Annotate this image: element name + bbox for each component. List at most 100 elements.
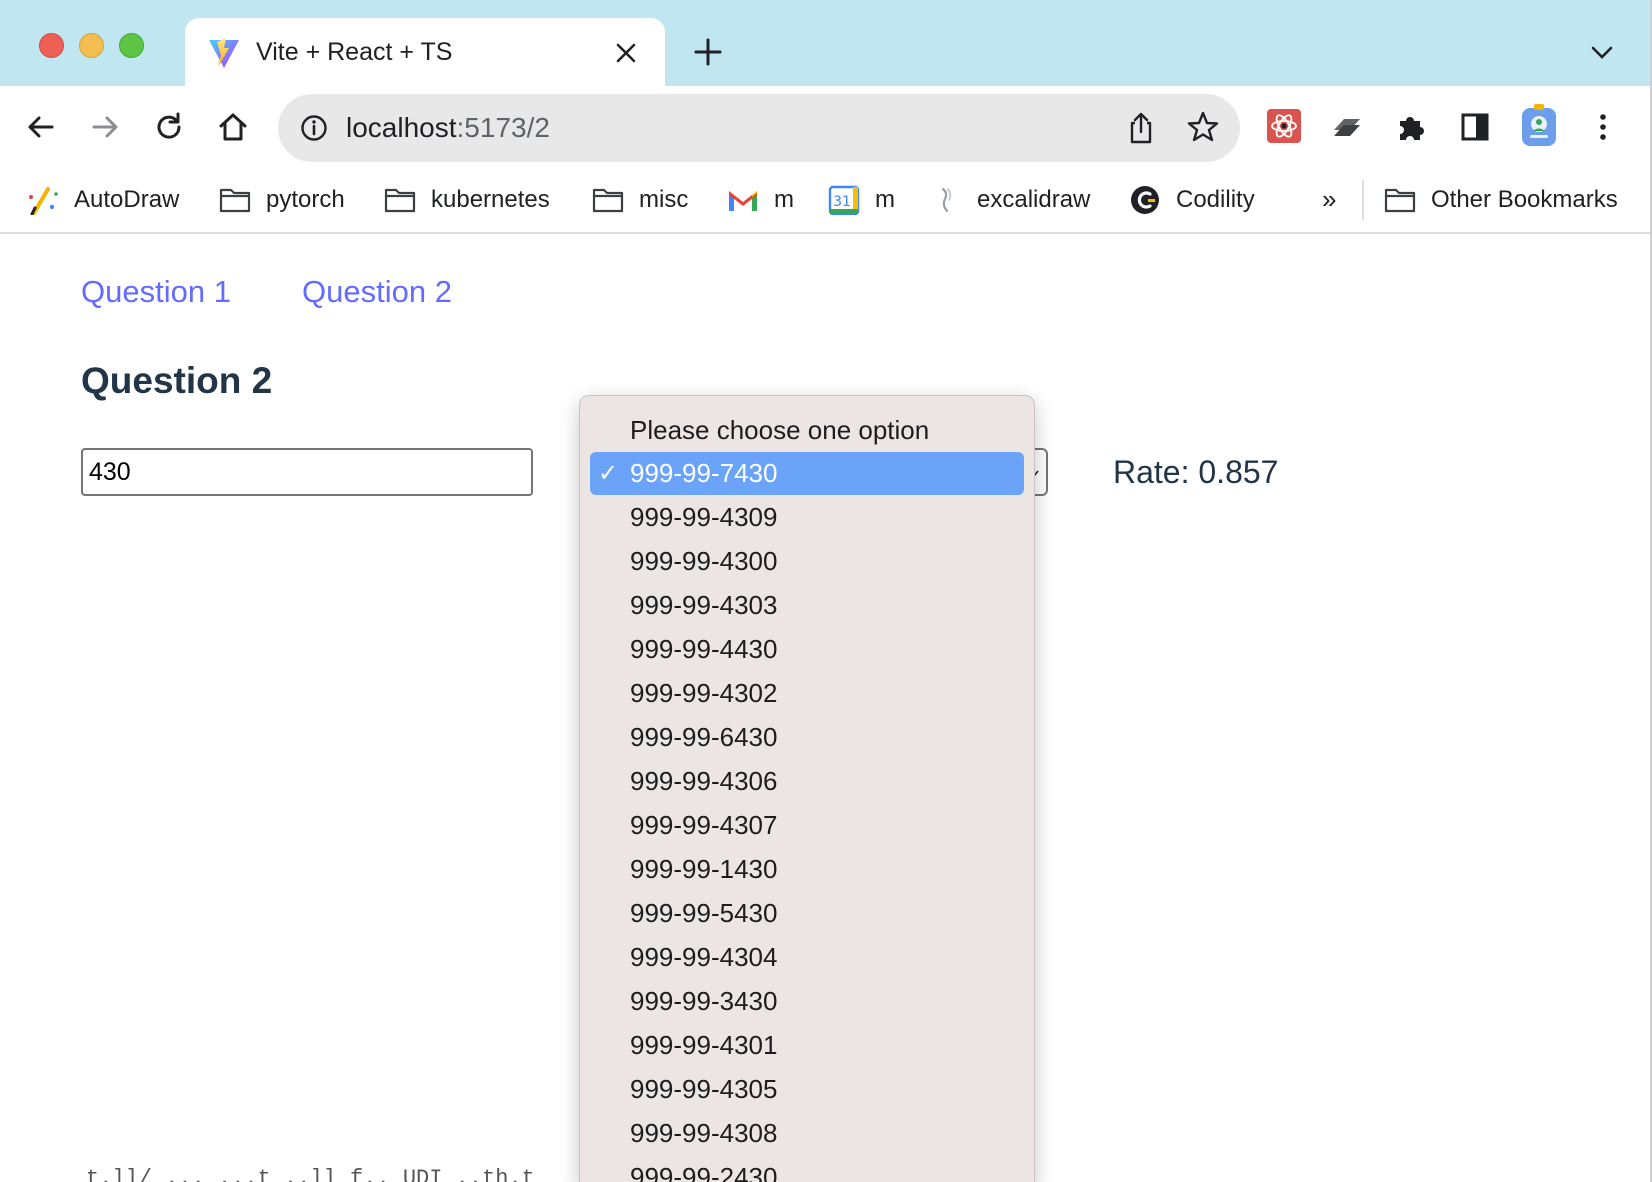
dropdown-option-label: 999-99-4305 xyxy=(630,1074,778,1104)
vite-logo-icon xyxy=(209,38,239,68)
extension-stack-icon[interactable] xyxy=(1330,110,1364,144)
search-input[interactable] xyxy=(81,448,533,496)
folder-icon xyxy=(592,188,624,213)
bookmark-folder-pytorch[interactable]: pytorch xyxy=(218,168,345,232)
folder-icon xyxy=(219,188,251,213)
minimize-window-button[interactable] xyxy=(79,33,104,58)
dropdown-option-label: 999-99-4303 xyxy=(630,590,778,620)
dropdown-option-label: 999-99-5430 xyxy=(630,898,778,928)
svg-text:31: 31 xyxy=(833,194,851,210)
bookmark-label: Codility xyxy=(1176,186,1255,213)
forward-arrow-icon[interactable] xyxy=(88,110,122,144)
profile-avatar-icon[interactable] xyxy=(1520,104,1558,148)
dropdown-option[interactable]: 999-99-3430 xyxy=(590,980,1024,1023)
bookmarks-divider xyxy=(1362,180,1364,220)
nav-link-question-1[interactable]: Question 1 xyxy=(81,274,231,310)
bookmark-folder-kubernetes[interactable]: kubernetes xyxy=(383,168,550,232)
new-tab-icon[interactable] xyxy=(692,36,724,68)
dropdown-option-label: 999-99-4306 xyxy=(630,766,778,796)
side-panel-icon[interactable] xyxy=(1458,110,1492,144)
bookmark-label: kubernetes xyxy=(431,186,550,213)
chevron-down-icon[interactable] xyxy=(1590,42,1614,62)
tab-strip: Vite + React + TS xyxy=(0,0,1650,86)
bookmark-gmail[interactable]: m xyxy=(726,168,794,232)
dropdown-option-selected[interactable]: ✓ 999-99-7430 xyxy=(590,452,1024,495)
dropdown-option[interactable]: 999-99-4302 xyxy=(590,672,1024,715)
dropdown-option-label: 999-99-7430 xyxy=(630,458,778,488)
bookmarks-bar: AutoDraw pytorch kubernetes misc m 31 m … xyxy=(0,168,1650,234)
back-arrow-icon[interactable] xyxy=(24,110,58,144)
dropdown-option-label: 999-99-1430 xyxy=(630,854,778,884)
dropdown-option-label: 999-99-4304 xyxy=(630,942,778,972)
dropdown-option-label: 999-99-4307 xyxy=(630,810,778,840)
autodraw-icon xyxy=(29,187,58,215)
dropdown-option-label: 999-99-4301 xyxy=(630,1030,778,1060)
bookmark-codility[interactable]: Codility xyxy=(1128,168,1255,232)
bookmark-calendar[interactable]: 31 m xyxy=(827,168,895,232)
dropdown-option[interactable]: 999-99-4300 xyxy=(590,540,1024,583)
select-dropdown-list[interactable]: Please choose one option ✓ 999-99-7430 999… xyxy=(579,395,1035,1182)
browser-window: Vite + React + TS localhost:5173/2 AutoD… xyxy=(0,0,1652,1182)
excalidraw-icon xyxy=(941,187,952,213)
bookmarks-overflow-button[interactable]: » xyxy=(1322,184,1336,215)
page-title: Question 2 xyxy=(81,360,273,401)
site-info-icon[interactable] xyxy=(300,114,328,142)
code-snippet-text: t.ll/ ... ...t ..ll f.. UDI ..th.t xyxy=(86,1166,535,1182)
dropdown-option-label: 999-99-3430 xyxy=(630,986,778,1016)
dropdown-option-label: 999-99-4308 xyxy=(630,1118,778,1148)
dropdown-option[interactable]: 999-99-4308 xyxy=(590,1112,1024,1155)
dropdown-option[interactable]: 999-99-4301 xyxy=(590,1024,1024,1067)
dropdown-option-label: 999-99-4300 xyxy=(630,546,778,576)
dropdown-option[interactable]: 999-99-4304 xyxy=(590,936,1024,979)
dropdown-option-label: 999-99-4309 xyxy=(630,502,778,532)
close-window-button[interactable] xyxy=(39,33,64,58)
react-devtools-icon[interactable] xyxy=(1266,108,1302,144)
address-bar[interactable]: localhost:5173/2 xyxy=(278,94,1240,162)
rate-label: Rate: xyxy=(1113,454,1190,490)
zoom-window-button[interactable] xyxy=(119,33,144,58)
tab-title: Vite + React + TS xyxy=(256,38,453,66)
dropdown-option[interactable]: 999-99-6430 xyxy=(590,716,1024,759)
dropdown-option[interactable]: 999-99-5430 xyxy=(590,892,1024,935)
share-icon[interactable] xyxy=(1124,110,1158,146)
folder-icon xyxy=(384,188,416,213)
bookmark-folder-other[interactable]: Other Bookmarks xyxy=(1383,168,1618,232)
dropdown-option-label: 999-99-2430 xyxy=(630,1162,778,1182)
rate-display: Rate: 0.857 xyxy=(1113,454,1278,491)
bookmark-label: m xyxy=(774,186,794,213)
dropdown-option-label: 999-99-6430 xyxy=(630,722,778,752)
bookmark-label: misc xyxy=(639,186,689,213)
dropdown-option[interactable]: 999-99-4309 xyxy=(590,496,1024,539)
url-text[interactable]: localhost:5173/2 xyxy=(346,110,550,146)
close-tab-icon[interactable] xyxy=(613,40,639,66)
checkmark-icon: ✓ xyxy=(598,460,619,487)
bookmark-autodraw[interactable]: AutoDraw xyxy=(26,168,179,232)
bookmark-label: Other Bookmarks xyxy=(1431,186,1618,213)
home-icon[interactable] xyxy=(216,110,250,144)
folder-icon xyxy=(1384,188,1416,213)
dropdown-option[interactable]: 999-99-4305 xyxy=(590,1068,1024,1111)
kebab-menu-icon[interactable] xyxy=(1586,110,1620,144)
bookmark-label: AutoDraw xyxy=(74,186,180,213)
dropdown-option-label: 999-99-4430 xyxy=(630,634,778,664)
bookmark-excalidraw[interactable]: excalidraw xyxy=(929,168,1090,232)
reload-icon[interactable] xyxy=(152,110,186,144)
rate-value: 0.857 xyxy=(1198,454,1279,490)
bookmark-star-icon[interactable] xyxy=(1186,110,1220,144)
codility-icon xyxy=(1131,186,1159,214)
dropdown-option[interactable]: 999-99-1430 xyxy=(590,848,1024,891)
calendar-icon: 31 xyxy=(828,185,860,215)
dropdown-placeholder-option[interactable]: Please choose one option xyxy=(590,409,1024,452)
dropdown-option[interactable]: 999-99-4303 xyxy=(590,584,1024,627)
dropdown-option[interactable]: 999-99-4306 xyxy=(590,760,1024,803)
browser-tab-active[interactable]: Vite + React + TS xyxy=(185,18,665,86)
dropdown-option-label: 999-99-4302 xyxy=(630,678,778,708)
url-path: :5173/2 xyxy=(456,112,550,143)
dropdown-option[interactable]: 999-99-2430 xyxy=(590,1156,1024,1182)
dropdown-option[interactable]: 999-99-4307 xyxy=(590,804,1024,847)
bookmark-label: m xyxy=(875,186,895,213)
extensions-puzzle-icon[interactable] xyxy=(1394,110,1428,144)
dropdown-option[interactable]: 999-99-4430 xyxy=(590,628,1024,671)
nav-link-question-2[interactable]: Question 2 xyxy=(302,274,452,310)
bookmark-folder-misc[interactable]: misc xyxy=(591,168,688,232)
